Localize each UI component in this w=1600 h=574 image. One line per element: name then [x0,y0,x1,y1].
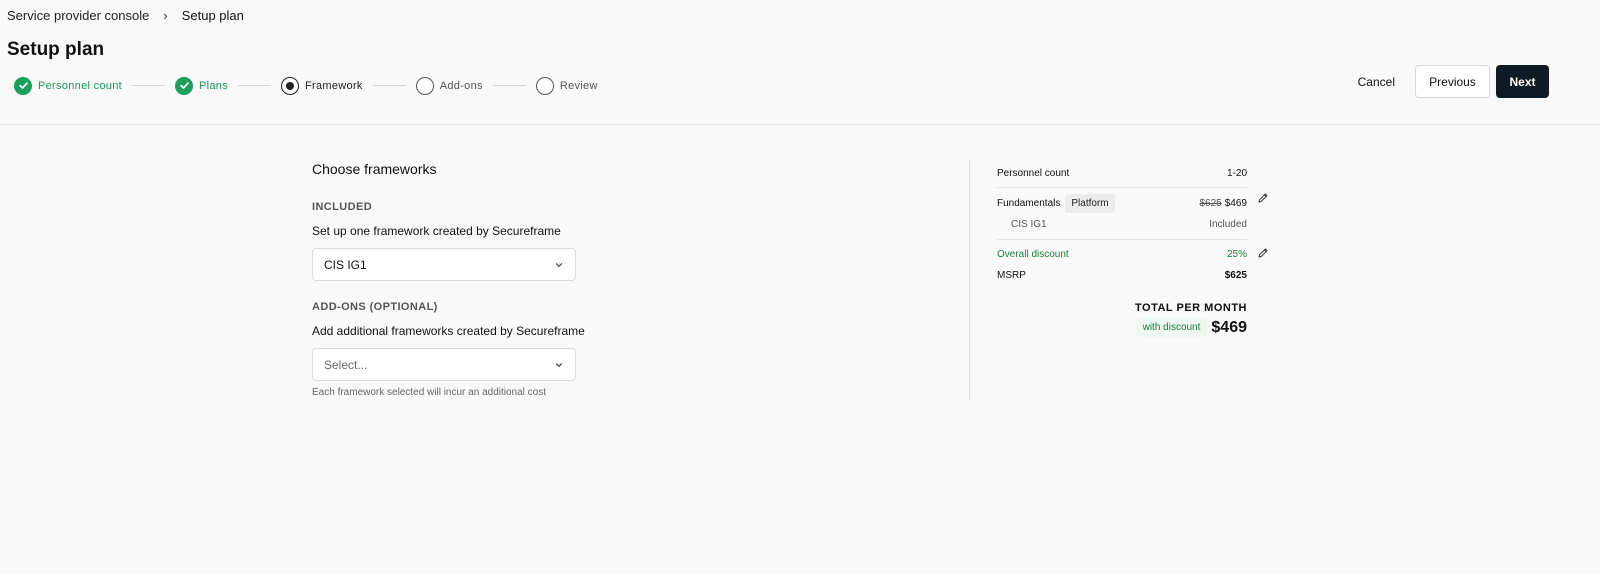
msrp-label: MSRP [997,270,1026,281]
breadcrumb-current: Setup plan [181,8,244,23]
step-review[interactable]: Review [535,76,598,95]
pencil-icon[interactable] [1257,247,1269,259]
summary-personnel-row: Personnel count 1-20 [997,167,1247,179]
summary-discount-row: Overall discount 25% [997,248,1268,260]
plan-label: Fundamentals [997,198,1061,209]
framework-value: Included [1209,219,1247,230]
previous-button[interactable]: Previous [1415,65,1490,98]
discount-value: 25% [1226,249,1247,260]
discount-label: Overall discount [997,249,1069,260]
breadcrumb-separator-icon: › [163,8,168,23]
section-title: Choose frameworks [312,161,437,177]
step-personnel-count[interactable]: Personnel count [14,76,122,95]
pencil-icon[interactable] [1257,192,1269,204]
step-connector [132,85,165,86]
radio-empty-icon [535,76,554,95]
plan-old-price: $625 [1199,198,1222,209]
included-group-label: INCLUDED [312,201,373,213]
addons-hint: Each framework selected will incur an ad… [312,387,546,398]
addons-group-label: ADD-ONS (OPTIONAL) [312,301,438,313]
step-label: Plans [199,79,229,92]
breadcrumb: Service provider console › Setup plan [7,8,244,23]
framework-label: CIS IG1 [1011,219,1047,230]
check-circle-icon [14,76,32,95]
personnel-value: 1-20 [1226,167,1247,179]
summary-plan-row: Fundamentals Platform $625 $469 [997,193,1268,213]
step-label: Framework [305,79,363,92]
radio-active-icon [281,76,300,95]
step-add-ons[interactable]: Add-ons [415,76,483,95]
discount-badge: with discount [1135,318,1208,337]
total-row: with discount $469 [997,318,1247,337]
step-plans[interactable]: Plans [175,76,229,95]
summary-framework-row: CIS IG1 Included [997,219,1247,230]
check-circle-icon [175,76,193,95]
header-divider [0,124,1600,125]
chevron-down-icon [555,362,563,367]
step-framework[interactable]: Framework [281,76,363,95]
step-connector [238,85,272,86]
total-amount: $469 [1211,318,1247,336]
breadcrumb-service-provider-console[interactable]: Service provider console [7,8,149,23]
chevron-down-icon [555,262,563,267]
radio-empty-icon [415,76,434,95]
plan-price: $469 [1224,198,1247,209]
addons-framework-select[interactable]: Select... [312,348,576,381]
summary-divider [997,239,1247,240]
next-button[interactable]: Next [1496,65,1549,98]
vertical-divider [969,160,970,400]
addons-field-label: Add additional frameworks created by Sec… [312,324,585,338]
total-label: TOTAL PER MONTH [1135,302,1247,314]
page-title: Setup plan [7,39,105,60]
msrp-value: $625 [1224,270,1247,281]
included-framework-select[interactable]: CIS IG1 [312,248,576,281]
summary-msrp-row: MSRP $625 [997,270,1247,281]
cancel-button[interactable]: Cancel [1338,75,1415,89]
included-field-label: Set up one framework created by Securefr… [312,224,561,238]
select-placeholder: Select... [324,357,368,372]
plan-summary: Personnel count 1-20 Fundamentals Platfor… [997,167,1268,337]
personnel-label: Personnel count [997,167,1070,179]
plan-tag: Platform [1065,194,1115,213]
progress-stepper: Personnel count Plans Framework Add-ons … [14,76,598,95]
select-value: CIS IG1 [324,257,367,272]
step-connector [372,85,406,86]
step-label: Add-ons [439,79,483,92]
header-actions: Cancel Previous Next [1338,65,1549,98]
step-label: Personnel count [38,79,122,92]
summary-divider [997,187,1247,188]
step-label: Review [559,79,598,92]
step-connector [492,85,526,86]
